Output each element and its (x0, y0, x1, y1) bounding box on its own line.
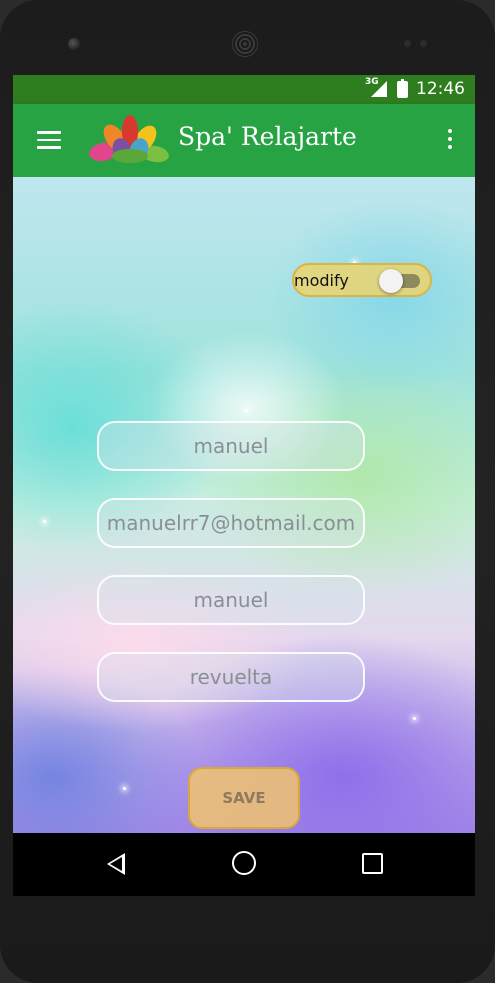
status-indicators: 3G 12:46 (365, 77, 465, 99)
hamburger-menu-icon[interactable] (37, 131, 61, 149)
name-field[interactable]: manuel (97, 421, 365, 471)
sparkle (43, 520, 46, 523)
save-button[interactable]: SAVE (188, 767, 300, 829)
light-sensor (420, 40, 427, 47)
modify-toggle[interactable]: modify (292, 263, 432, 297)
lotus-logo-icon (89, 115, 169, 163)
navigation-bar (13, 833, 475, 896)
first-name-field[interactable]: manuel (97, 575, 365, 625)
last-name-field[interactable]: revuelta (97, 652, 365, 702)
back-triangle-icon[interactable] (107, 853, 125, 875)
sparkle (413, 717, 416, 720)
earpiece-speaker (232, 31, 258, 57)
phone-frame: 3G 12:46 Spa' Relajarte modify manuel ma… (0, 0, 495, 983)
sparkle (245, 409, 248, 412)
screen: 3G 12:46 Spa' Relajarte modify manuel ma… (13, 75, 475, 896)
more-vert-icon[interactable] (447, 129, 453, 151)
clock: 12:46 (416, 79, 465, 99)
app-bar: Spa' Relajarte (13, 104, 475, 177)
status-bar: 3G 12:46 (13, 75, 475, 104)
app-title: Spa' Relajarte (178, 122, 357, 151)
profile-form-area: modify manuel manuelrr7@hotmail.com manu… (13, 177, 475, 833)
recents-square-icon[interactable] (362, 853, 383, 874)
switch-thumb[interactable] (379, 269, 403, 293)
sparkle (123, 787, 126, 790)
email-field[interactable]: manuelrr7@hotmail.com (97, 498, 365, 548)
network-type: 3G (365, 77, 379, 87)
home-circle-icon[interactable] (232, 851, 256, 875)
cell-signal-icon: 3G (365, 77, 389, 98)
front-camera (68, 38, 80, 50)
modify-toggle-label: modify (294, 271, 349, 290)
proximity-sensor (404, 40, 411, 47)
battery-icon (397, 78, 408, 98)
